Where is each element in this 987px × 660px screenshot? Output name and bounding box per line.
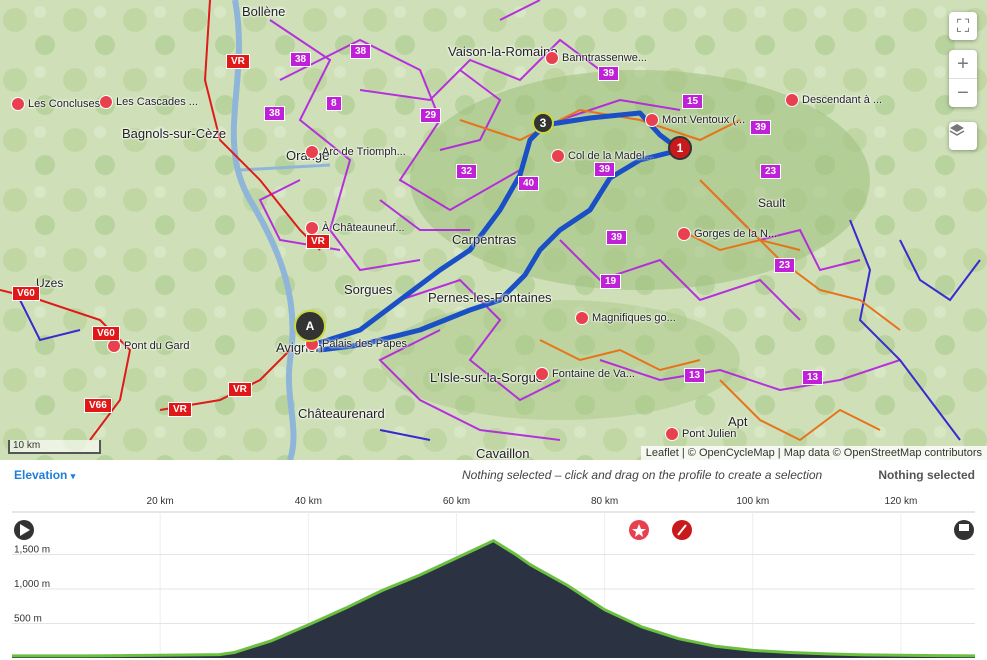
x-tick-label: 120 km [885, 496, 918, 507]
route-badge: VR [168, 402, 192, 417]
elevation-chart[interactable]: 20 km 40 km 60 km 80 km 100 km 120 km 1,500 m 1… [0, 490, 987, 660]
route-badge: 8 [326, 96, 342, 111]
route-badge: 29 [420, 108, 442, 123]
waypoint-marker[interactable]: 1 [668, 136, 692, 160]
route-badge: 39 [594, 162, 616, 177]
zoom-control: + − [949, 50, 977, 107]
route-badge: 32 [456, 164, 478, 179]
map-view[interactable]: Bollène Vaison-la-Romaine Bagnols-sur-Cè… [0, 0, 987, 460]
x-tick-label: 20 km [147, 496, 174, 507]
route-badge: 38 [290, 52, 312, 67]
town-label: Bollène [242, 4, 286, 19]
layers-button[interactable] [949, 122, 977, 150]
zoom-in-button[interactable]: + [949, 50, 977, 79]
town-label: Bagnols-sur-Cèze [122, 126, 227, 141]
route-badge: 39 [598, 66, 620, 81]
poi-marker[interactable]: Mont Ventoux (... [646, 114, 745, 126]
town-label: Cavaillon [476, 446, 530, 460]
poi-marker[interactable]: À Châteauneuf... [306, 222, 405, 234]
route-badge: 19 [600, 274, 622, 289]
zoom-out-button[interactable]: − [949, 79, 977, 107]
poi-marker[interactable]: Pont Julien [666, 428, 736, 440]
fullscreen-button[interactable]: ⛶ [949, 12, 977, 40]
town-label: Châteaurenard [298, 406, 385, 421]
flag-icon [959, 524, 969, 531]
poi-marker[interactable]: Descendant à ... [786, 94, 882, 106]
route-badge: 39 [606, 230, 628, 245]
poi-marker[interactable]: Les Cascades ... [100, 96, 198, 108]
selection-hint: Nothing selected – click and drag on the… [462, 468, 823, 482]
elevation-panel: Elevation ▾ Nothing selected – click and… [0, 460, 987, 660]
poi-marker[interactable]: Fontaine de Va... [536, 368, 635, 380]
start-marker[interactable]: A [294, 310, 326, 342]
route-badge: 40 [518, 176, 540, 191]
route-badge: 23 [760, 164, 782, 179]
x-tick-label: 80 km [591, 496, 618, 507]
route-badge: 39 [750, 120, 772, 135]
poi-marker[interactable]: Les Concluses... [12, 98, 109, 110]
map-tiles [0, 0, 987, 460]
route-badge: V60 [92, 326, 120, 341]
town-label: Carpentras [452, 232, 517, 247]
poi-marker[interactable]: Arc de Triomph... [306, 146, 406, 158]
route-badge: 38 [350, 44, 372, 59]
x-tick-label: 60 km [443, 496, 470, 507]
poi-marker[interactable]: Palais des Papes [306, 338, 407, 350]
poi-marker[interactable]: Gorges de la N... [678, 228, 777, 240]
route-badge: 23 [774, 258, 796, 273]
selection-status: Nothing selected [878, 468, 975, 482]
route-badge: 13 [684, 368, 706, 383]
route-badge: VR [226, 54, 250, 69]
layers-icon [949, 124, 965, 136]
waypoint-marker[interactable]: 3 [532, 112, 554, 134]
route-badge: V60 [12, 286, 40, 301]
route-badge: 13 [802, 370, 824, 385]
y-tick-label: 500 m [14, 614, 42, 625]
elevation-area [12, 540, 975, 658]
route-badge: 38 [264, 106, 286, 121]
fullscreen-icon: ⛶ [956, 15, 970, 36]
elevation-header: Elevation ▾ Nothing selected – click and… [0, 460, 987, 490]
poi-marker[interactable]: Pont du Gard [108, 340, 189, 352]
x-tick-label: 40 km [295, 496, 322, 507]
town-label: Apt [728, 414, 748, 429]
map-scale: 10 km [8, 440, 101, 454]
elevation-dropdown[interactable]: Elevation ▾ [14, 468, 75, 482]
route-badge: VR [228, 382, 252, 397]
y-tick-label: 1,500 m [14, 545, 50, 556]
town-label: Sorgues [344, 282, 393, 297]
x-tick-label: 100 km [736, 496, 769, 507]
route-badge: V66 [84, 398, 112, 413]
route-badge: VR [306, 234, 330, 249]
town-label: Pernes-les-Fontaines [428, 290, 552, 305]
town-label: L'Isle-sur-la-Sorgue [430, 370, 544, 385]
map-attribution: Leaflet | © OpenCycleMap | Map data © Op… [640, 446, 987, 460]
town-label: Uzes [36, 276, 64, 290]
elevation-title: Elevation [14, 468, 68, 482]
town-label: Sault [758, 196, 786, 210]
poi-marker[interactable]: Magnifiques go... [576, 312, 676, 324]
y-tick-label: 1,000 m [14, 579, 50, 590]
poi-marker[interactable]: Col de la Madel... [552, 150, 654, 162]
town-label: Vaison-la-Romaine [448, 44, 558, 59]
poi-marker[interactable]: Banntrassenwe... [546, 52, 647, 64]
route-badge: 15 [682, 94, 704, 109]
chevron-down-icon: ▾ [70, 471, 76, 481]
